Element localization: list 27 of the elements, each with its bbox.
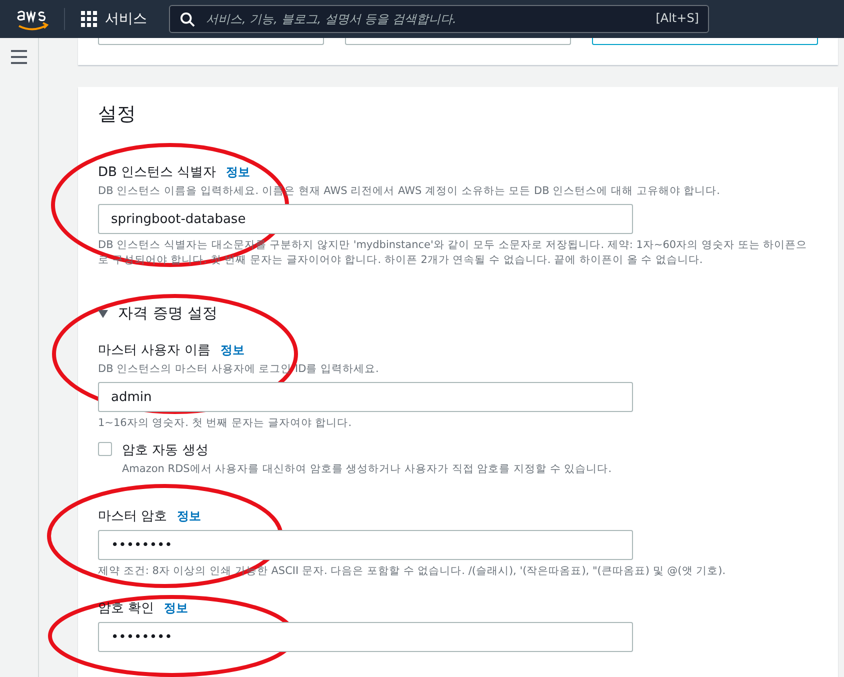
field-constraint: 1~16자의 영숫자. 첫 번째 문자는 글자여야 합니다. (98, 416, 353, 431)
input-field[interactable]: admin (98, 382, 633, 412)
field-label: DB 인스턴스 식별자 (98, 164, 216, 181)
input-field[interactable] (345, 38, 571, 45)
field-description: DB 인스턴스의 마스터 사용자에 로그인 ID를 입력하세요. (98, 362, 380, 377)
field-label: 마스터 암호 (98, 508, 168, 525)
checkbox-label: 암호 자동 생성 (122, 442, 210, 459)
grid-icon (81, 11, 97, 27)
info-link[interactable]: 정보 (220, 342, 244, 358)
input-field[interactable] (592, 38, 818, 45)
expander-header[interactable]: 자격 증명 설정 (98, 304, 218, 323)
services-menu-button[interactable]: 서비스 (81, 10, 147, 28)
checkbox-description: Amazon RDS에서 사용자를 대신하여 암호를 생성하거나 사용자가 직접 암호를 지정할 수 있습니다. (122, 462, 613, 477)
checkbox[interactable] (98, 442, 112, 456)
search-icon (180, 12, 195, 27)
info-link[interactable]: 정보 (164, 600, 188, 616)
section-title: 설정 (98, 102, 137, 127)
field-label: 암호 확인 (98, 600, 154, 617)
caret-icon (98, 310, 108, 318)
field-label: 마스터 사용자 이름 (98, 342, 210, 359)
input-field[interactable]: springboot-database (98, 204, 633, 234)
info-link[interactable]: 정보 (177, 508, 202, 524)
input-field[interactable]: •••••••• (98, 622, 633, 652)
input-field[interactable] (98, 38, 324, 45)
info-link[interactable]: 정보 (226, 164, 250, 180)
shortcut-hint: [Alt+S] (656, 11, 699, 25)
input-field[interactable]: •••••••• (98, 530, 633, 560)
